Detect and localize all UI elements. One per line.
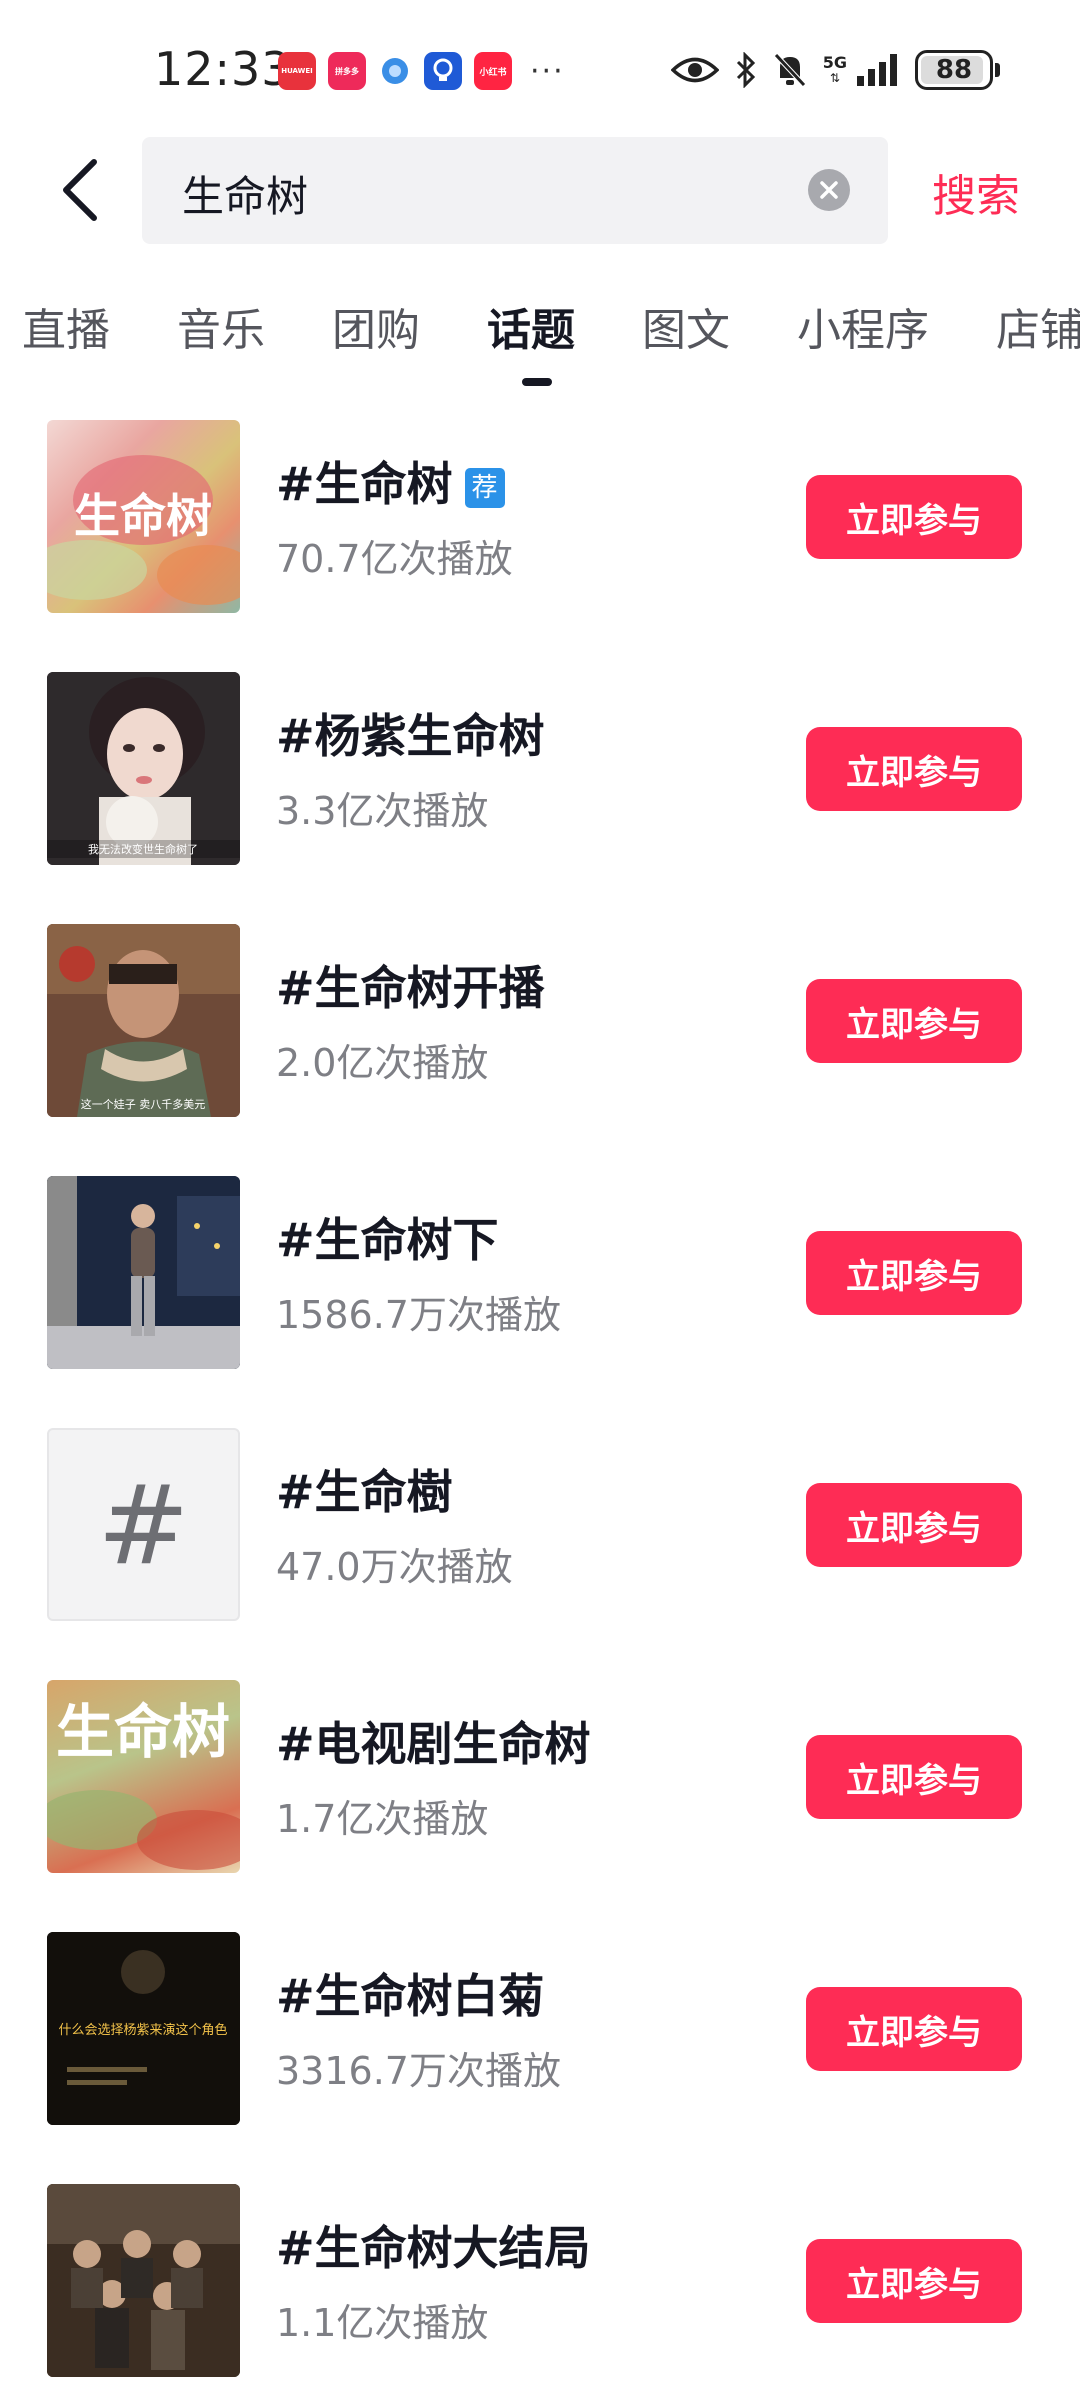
topic-thumbnail: 生命树 [47,1680,240,1873]
list-item[interactable]: 生命树 #生命树荐 70.7亿次播放 立即参与 [0,420,1080,620]
topic-title: #生命树白菊 [276,1969,545,2023]
topic-play-count: 47.0万次播放 [276,1545,513,1589]
mute-bell-icon [773,53,806,87]
svg-text:生命树: 生命树 [56,1698,230,1766]
join-topic-button[interactable]: 立即参与 [806,1483,1022,1567]
svg-text:我无法改变世生命树了: 我无法改变世生命树了 [88,842,198,856]
topic-title: #生命树下 [276,1213,499,1267]
topic-title: #生命樹 [276,1465,453,1519]
topic-title: #生命树开播 [276,961,545,1015]
join-topic-button[interactable]: 立即参与 [806,1231,1022,1315]
status-indicators: 5G ⇅ 88 [670,50,1000,90]
back-button[interactable] [50,150,110,230]
list-item[interactable]: 我无法改变世生命树了 #杨紫生命树 3.3亿次播放 立即参与 [0,672,1080,872]
network-type: 5G ⇅ [822,53,847,86]
battery-level: 88 [935,55,973,85]
topic-play-count: 1.7亿次播放 [276,1797,489,1841]
huawei-appgallery-icon: HUAWEI [278,52,316,90]
notification-icons: HUAWEI 拼多多 小红书 ··· [278,52,565,90]
topic-play-count: 70.7亿次播放 [276,537,513,581]
svg-text:这一个娃子 卖八千多美元: 这一个娃子 卖八千多美元 [81,1097,206,1111]
tab-topics[interactable]: 话题 [487,294,575,358]
eye-comfort-icon [670,57,719,83]
topic-thumbnail [47,2184,240,2377]
list-item[interactable]: 什么会选择杨紫来演这个角色 #生命树白菊 3316.7万次播放 立即参与 [0,1932,1080,2132]
battery-indicator: 88 [915,50,1000,90]
list-item[interactable]: 这一个娃子 卖八千多美元 #生命树开播 2.0亿次播放 立即参与 [0,924,1080,1124]
pinduoduo-icon: 拼多多 [328,52,366,90]
topic-play-count: 1.1亿次播放 [276,2301,489,2345]
topic-title: #生命树大结局 [276,2221,591,2275]
topic-play-count: 1586.7万次播放 [276,1293,561,1337]
xiaohongshu-icon: 小红书 [474,52,512,90]
browser-icon [378,52,412,90]
list-item[interactable]: #生命树大结局 1.1亿次播放 立即参与 [0,2184,1080,2384]
search-query: 生命树 [182,172,309,221]
bluetooth-icon [736,52,755,88]
topic-thumbnail [47,1176,240,1369]
topic-title: #电视剧生命树 [276,1717,591,1771]
join-topic-button[interactable]: 立即参与 [806,727,1022,811]
tab-mini-programs[interactable]: 小程序 [797,294,929,358]
clear-search-button[interactable] [808,169,850,211]
more-notifications-icon: ··· [530,53,565,89]
topic-play-count: 2.0亿次播放 [276,1041,489,1085]
svg-text:什么会选择杨紫来演这个角色: 什么会选择杨紫来演这个角色 [58,2022,227,2038]
tab-shops[interactable]: 店铺 [996,294,1080,358]
topic-thumbnail: 生命树 [47,420,240,613]
tab-image-text[interactable]: 图文 [642,294,730,358]
search-button[interactable]: 搜索 [932,160,1020,224]
topic-thumbnail: 我无法改变世生命树了 [47,672,240,865]
svg-text:生命树: 生命树 [74,489,212,543]
join-topic-button[interactable]: 立即参与 [806,475,1022,559]
join-topic-button[interactable]: 立即参与 [806,1735,1022,1819]
list-item[interactable]: 生命树 #电视剧生命树 1.7亿次播放 立即参与 [0,1680,1080,1880]
join-topic-button[interactable]: 立即参与 [806,979,1022,1063]
status-bar: 12:33 HUAWEI 拼多多 小红书 ··· 5G ⇅ 88 [0,0,1080,140]
back-arrow-icon [63,159,97,221]
signal-icon [857,54,897,86]
search-input[interactable]: 生命树 [142,137,888,244]
hashtag-icon: # [97,1460,190,1589]
list-item[interactable]: #生命树下 1586.7万次播放 立即参与 [0,1176,1080,1376]
status-time: 12:33 [154,42,292,96]
topic-thumbnail: # [47,1428,240,1621]
close-icon [820,181,838,199]
tab-group-buy[interactable]: 团购 [332,294,420,358]
tab-music[interactable]: 音乐 [177,294,265,358]
topic-thumbnail: 这一个娃子 卖八千多美元 [47,924,240,1117]
active-tab-indicator [522,378,552,386]
topic-title: #生命树荐 [276,448,505,514]
tab-live[interactable]: 直播 [22,294,110,358]
topic-title: #杨紫生命树 [276,709,545,763]
topic-thumbnail: 什么会选择杨紫来演这个角色 [47,1932,240,2125]
list-item[interactable]: # #生命樹 47.0万次播放 立即参与 [0,1428,1080,1628]
tips-icon [424,52,462,90]
topic-play-count: 3.3亿次播放 [276,789,489,833]
topic-play-count: 3316.7万次播放 [276,2049,561,2093]
join-topic-button[interactable]: 立即参与 [806,2239,1022,2323]
join-topic-button[interactable]: 立即参与 [806,1987,1022,2071]
recommended-badge: 荐 [464,468,505,508]
